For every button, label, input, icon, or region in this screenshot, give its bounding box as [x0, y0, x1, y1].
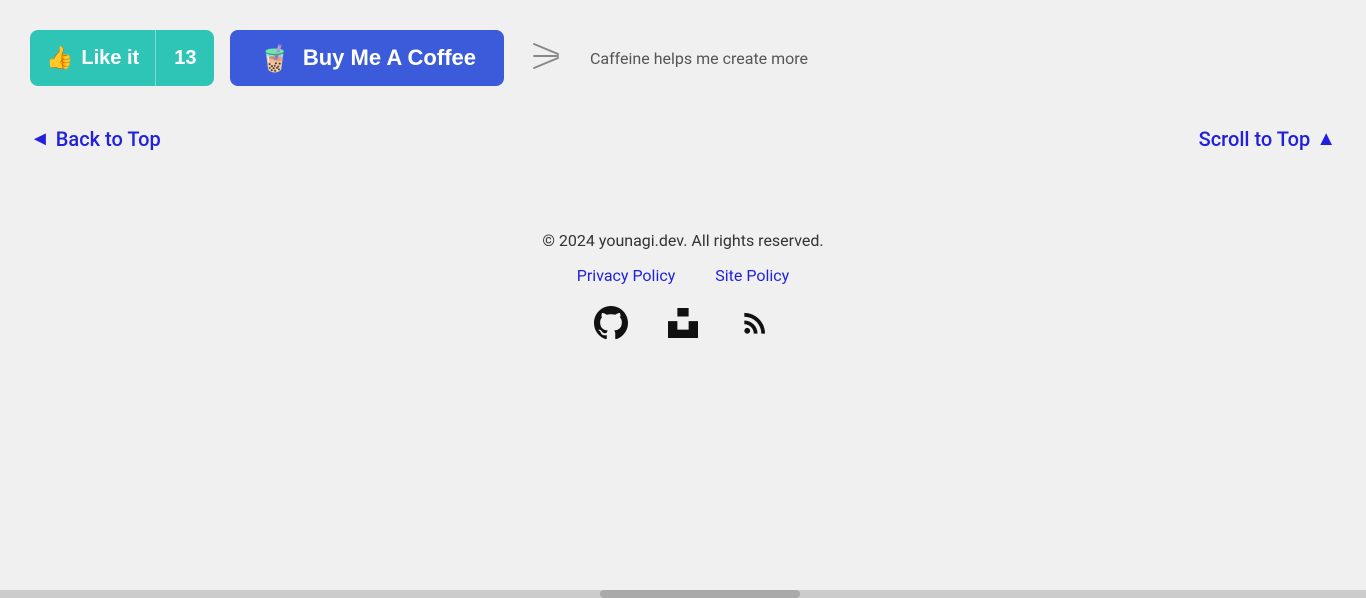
scrollbar-thumb[interactable] [600, 590, 800, 598]
thumbs-up-icon: 👍 [46, 45, 73, 71]
like-button[interactable]: 👍 Like it 13 [30, 30, 214, 86]
back-to-top-link[interactable]: ◄ Back to Top [30, 126, 161, 151]
site-policy-link[interactable]: Site Policy [715, 266, 789, 285]
privacy-policy-link[interactable]: Privacy Policy [577, 266, 676, 285]
action-row: 👍 Like it 13 🧋 Buy Me A Coffee Caffeine … [30, 30, 1336, 86]
footer: © 2024 younagi.dev. All rights reserved.… [30, 231, 1336, 341]
footer-links: Privacy Policy Site Policy [577, 266, 789, 285]
copyright-text: © 2024 younagi.dev. All rights reserved. [542, 231, 823, 250]
arrow-decoration [526, 36, 566, 80]
rss-icon[interactable] [737, 305, 773, 341]
caffeine-text: Caffeine helps me create more [590, 49, 808, 68]
footer-icons [593, 305, 773, 341]
github-icon[interactable] [593, 305, 629, 341]
coffee-label: Buy Me A Coffee [303, 45, 476, 71]
navigation-row: ◄ Back to Top Scroll to Top ▲ [30, 126, 1336, 151]
like-count: 13 [156, 47, 214, 70]
like-label: Like it [81, 47, 139, 70]
back-arrow-icon: ◄ [30, 126, 50, 151]
back-to-top-label: Back to Top [56, 127, 161, 151]
scroll-to-top-label: Scroll to Top [1199, 127, 1311, 151]
unsplash-icon[interactable] [665, 305, 701, 341]
buy-coffee-button[interactable]: 🧋 Buy Me A Coffee [230, 30, 504, 86]
coffee-cup-icon: 🧋 [258, 43, 290, 74]
scrollbar[interactable] [0, 590, 1366, 598]
scroll-up-icon: ▲ [1316, 126, 1336, 151]
scroll-to-top-link[interactable]: Scroll to Top ▲ [1199, 126, 1336, 151]
